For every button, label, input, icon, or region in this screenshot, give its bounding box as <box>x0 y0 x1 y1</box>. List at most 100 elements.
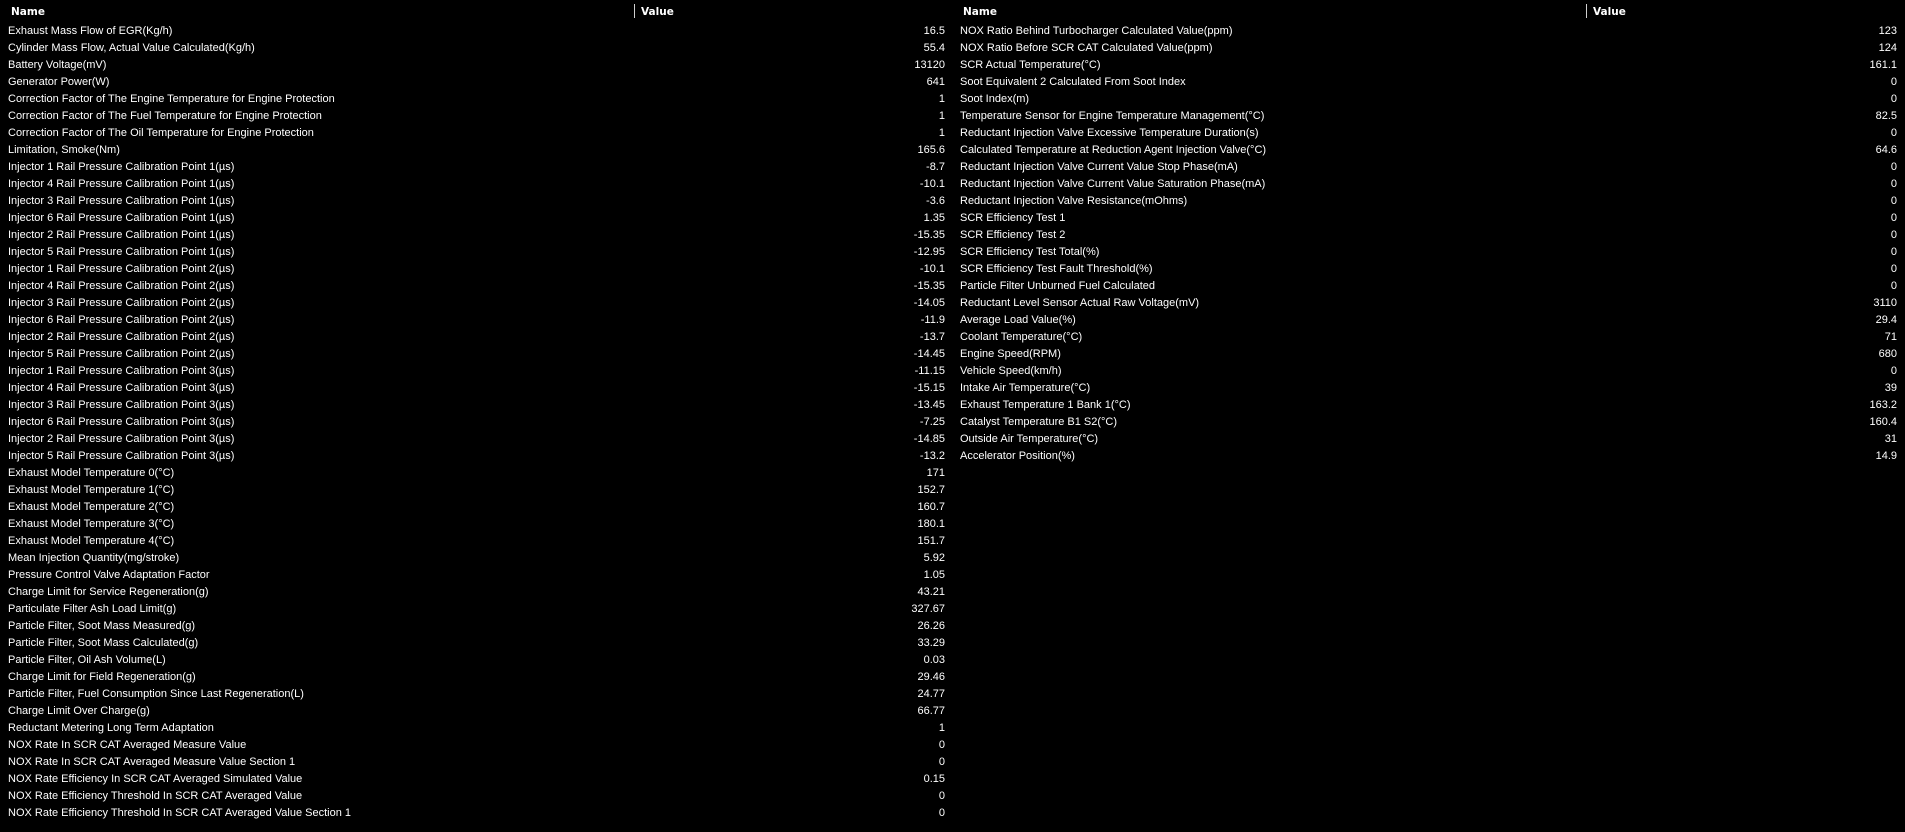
table-row[interactable]: Charge Limit for Service Regeneration(g)… <box>0 584 952 601</box>
table-row[interactable]: Reductant Level Sensor Actual Raw Voltag… <box>952 295 1904 312</box>
row-name: Charge Limit for Field Regeneration(g) <box>8 671 196 683</box>
left-name-column-header[interactable]: Name <box>11 6 45 18</box>
right-value-column-header[interactable]: Value <box>1593 6 1626 18</box>
table-row[interactable]: Correction Factor of The Fuel Temperatur… <box>0 108 952 125</box>
table-row[interactable]: Calculated Temperature at Reduction Agen… <box>952 142 1904 159</box>
table-row[interactable]: Soot Index(m) 0 <box>952 91 1904 108</box>
table-row[interactable]: Reductant Metering Long Term Adaptation 1 <box>0 720 952 737</box>
table-row[interactable]: Injector 1 Rail Pressure Calibration Poi… <box>0 159 952 176</box>
table-row[interactable]: Exhaust Model Temperature 4(°C) 151.7 <box>0 533 952 550</box>
table-row[interactable]: Injector 6 Rail Pressure Calibration Poi… <box>0 414 952 431</box>
table-row[interactable]: Exhaust Temperature 1 Bank 1(°C) 163.2 <box>952 397 1904 414</box>
row-value: 0 <box>938 739 945 751</box>
row-value: 0 <box>1890 178 1897 190</box>
table-row[interactable]: Cylinder Mass Flow, Actual Value Calcula… <box>0 40 952 57</box>
row-name: Soot Equivalent 2 Calculated From Soot I… <box>960 76 1186 88</box>
table-row[interactable]: Catalyst Temperature B1 S2(°C) 160.4 <box>952 414 1904 431</box>
table-row[interactable]: NOX Ratio Before SCR CAT Calculated Valu… <box>952 40 1904 57</box>
table-row[interactable]: Particle Filter, Fuel Consumption Since … <box>0 686 952 703</box>
table-row[interactable]: Exhaust Model Temperature 2(°C) 160.7 <box>0 499 952 516</box>
right-name-column-header[interactable]: Name <box>963 6 997 18</box>
table-row[interactable]: NOX Rate In SCR CAT Averaged Measure Val… <box>0 737 952 754</box>
table-row[interactable]: Injector 5 Rail Pressure Calibration Poi… <box>0 448 952 465</box>
table-row[interactable]: Reductant Injection Valve Excessive Temp… <box>952 125 1904 142</box>
row-name: Injector 6 Rail Pressure Calibration Poi… <box>8 212 235 224</box>
row-name: Reductant Metering Long Term Adaptation <box>8 722 214 734</box>
row-name: Generator Power(W) <box>8 76 110 88</box>
table-row[interactable]: SCR Actual Temperature(°C) 161.1 <box>952 57 1904 74</box>
table-row[interactable]: NOX Rate Efficiency Threshold In SCR CAT… <box>0 805 952 822</box>
table-row[interactable]: NOX Rate Efficiency Threshold In SCR CAT… <box>0 788 952 805</box>
table-row[interactable]: NOX Ratio Behind Turbocharger Calculated… <box>952 23 1904 40</box>
row-value: 3110 <box>1873 297 1897 309</box>
table-row[interactable]: Accelerator Position(%) 14.9 <box>952 448 1904 465</box>
row-value: 0.15 <box>923 773 945 785</box>
table-row[interactable]: Exhaust Mass Flow of EGR(Kg/h) 16.5 <box>0 23 952 40</box>
row-name: Correction Factor of The Fuel Temperatur… <box>8 110 322 122</box>
row-name: SCR Efficiency Test Fault Threshold(%) <box>960 263 1153 275</box>
table-row[interactable]: NOX Rate Efficiency In SCR CAT Averaged … <box>0 771 952 788</box>
table-row[interactable]: Injector 2 Rail Pressure Calibration Poi… <box>0 227 952 244</box>
row-name: NOX Ratio Before SCR CAT Calculated Valu… <box>960 42 1213 54</box>
table-row[interactable]: Injector 6 Rail Pressure Calibration Poi… <box>0 210 952 227</box>
table-row[interactable]: Injector 4 Rail Pressure Calibration Poi… <box>0 278 952 295</box>
table-row[interactable]: Injector 4 Rail Pressure Calibration Poi… <box>0 380 952 397</box>
table-row[interactable]: Battery Voltage(mV) 13120 <box>0 57 952 74</box>
table-row[interactable]: Particle Filter Unburned Fuel Calculated… <box>952 278 1904 295</box>
table-row[interactable]: Injector 6 Rail Pressure Calibration Poi… <box>0 312 952 329</box>
table-row[interactable]: Outside Air Temperature(°C) 31 <box>952 431 1904 448</box>
table-row[interactable]: Particulate Filter Ash Load Limit(g) 327.… <box>0 601 952 618</box>
table-row[interactable]: SCR Efficiency Test 2 0 <box>952 227 1904 244</box>
table-row[interactable]: SCR Efficiency Test Total(%) 0 <box>952 244 1904 261</box>
table-row[interactable]: Reductant Injection Valve Current Value … <box>952 176 1904 193</box>
table-row[interactable]: Exhaust Model Temperature 0(°C) 171 <box>0 465 952 482</box>
right-table-header: Name Value <box>952 0 1904 22</box>
row-value: 29.4 <box>1875 314 1897 326</box>
table-row[interactable]: Injector 1 Rail Pressure Calibration Poi… <box>0 261 952 278</box>
table-row[interactable]: Particle Filter, Soot Mass Measured(g) 26… <box>0 618 952 635</box>
table-row[interactable]: Pressure Control Valve Adaptation Factor… <box>0 567 952 584</box>
table-row[interactable]: Temperature Sensor for Engine Temperatur… <box>952 108 1904 125</box>
left-value-column-header[interactable]: Value <box>641 6 674 18</box>
table-row[interactable]: NOX Rate In SCR CAT Averaged Measure Val… <box>0 754 952 771</box>
row-value: -13.7 <box>919 331 945 343</box>
table-row[interactable]: Mean Injection Quantity(mg/stroke) 5.92 <box>0 550 952 567</box>
table-row[interactable]: Reductant Injection Valve Current Value … <box>952 159 1904 176</box>
table-row[interactable]: Correction Factor of The Engine Temperat… <box>0 91 952 108</box>
table-row[interactable]: Exhaust Model Temperature 3(°C) 180.1 <box>0 516 952 533</box>
table-row[interactable]: Charge Limit for Field Regeneration(g) 29… <box>0 669 952 686</box>
row-name: Injector 6 Rail Pressure Calibration Poi… <box>8 314 235 326</box>
table-row[interactable]: Injector 3 Rail Pressure Calibration Poi… <box>0 295 952 312</box>
row-value: 0 <box>1890 365 1897 377</box>
table-row[interactable]: Generator Power(W) 641 <box>0 74 952 91</box>
table-row[interactable]: Particle Filter, Soot Mass Calculated(g)… <box>0 635 952 652</box>
left-table-header: Name Value <box>0 0 952 22</box>
table-row[interactable]: Injector 5 Rail Pressure Calibration Poi… <box>0 346 952 363</box>
table-row[interactable]: Injector 2 Rail Pressure Calibration Poi… <box>0 431 952 448</box>
table-row[interactable]: Soot Equivalent 2 Calculated From Soot I… <box>952 74 1904 91</box>
row-value: 0 <box>1890 195 1897 207</box>
table-row[interactable]: Injector 3 Rail Pressure Calibration Poi… <box>0 193 952 210</box>
table-row[interactable]: Average Load Value(%) 29.4 <box>952 312 1904 329</box>
table-row[interactable]: Limitation, Smoke(Nm) 165.6 <box>0 142 952 159</box>
table-row[interactable]: Charge Limit Over Charge(g) 66.77 <box>0 703 952 720</box>
table-row[interactable]: Injector 1 Rail Pressure Calibration Poi… <box>0 363 952 380</box>
table-row[interactable]: Reductant Injection Valve Resistance(mOh… <box>952 193 1904 210</box>
table-row[interactable]: Injector 5 Rail Pressure Calibration Poi… <box>0 244 952 261</box>
table-row[interactable]: Coolant Temperature(°C) 71 <box>952 329 1904 346</box>
table-row[interactable]: Intake Air Temperature(°C) 39 <box>952 380 1904 397</box>
left-column-resize-handle[interactable] <box>634 4 635 18</box>
table-row[interactable]: Correction Factor of The Oil Temperature… <box>0 125 952 142</box>
row-value: 0 <box>1890 263 1897 275</box>
table-row[interactable]: Particle Filter, Oil Ash Volume(L) 0.03 <box>0 652 952 669</box>
table-row[interactable]: Injector 2 Rail Pressure Calibration Poi… <box>0 329 952 346</box>
table-row[interactable]: SCR Efficiency Test Fault Threshold(%) 0 <box>952 261 1904 278</box>
table-row[interactable]: Vehicle Speed(km/h) 0 <box>952 363 1904 380</box>
table-row[interactable]: Injector 4 Rail Pressure Calibration Poi… <box>0 176 952 193</box>
table-row[interactable]: Exhaust Model Temperature 1(°C) 152.7 <box>0 482 952 499</box>
table-row[interactable]: Injector 3 Rail Pressure Calibration Poi… <box>0 397 952 414</box>
table-row[interactable]: Engine Speed(RPM) 680 <box>952 346 1904 363</box>
table-row[interactable]: SCR Efficiency Test 1 0 <box>952 210 1904 227</box>
right-column-resize-handle[interactable] <box>1586 4 1587 18</box>
row-value: 0 <box>938 790 945 802</box>
